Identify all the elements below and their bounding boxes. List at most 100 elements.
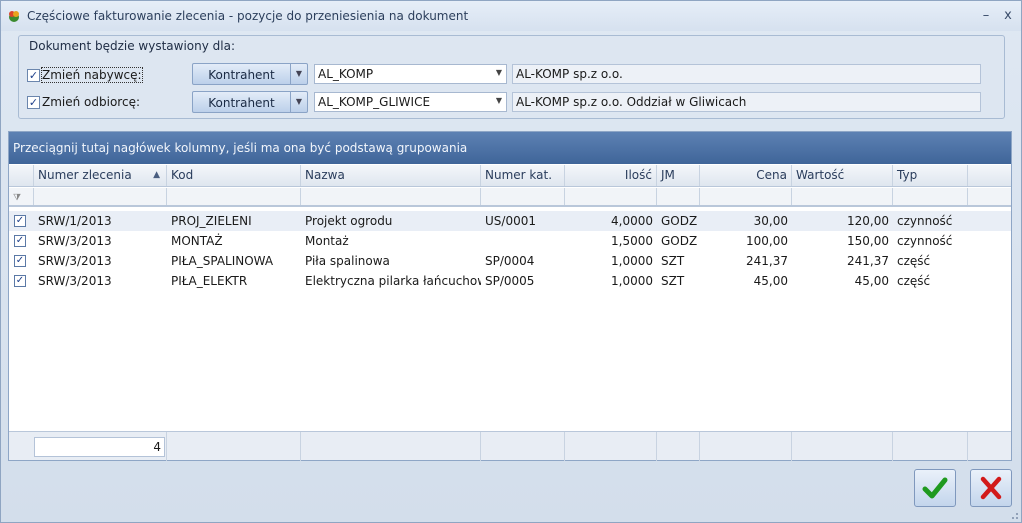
checkmark-icon <box>922 477 948 499</box>
footer-cell <box>968 432 1011 461</box>
cell-quantity: 1,0000 <box>611 254 653 268</box>
header-quantity[interactable]: Ilość <box>565 165 657 186</box>
cell-value: 241,37 <box>847 254 889 268</box>
header-unit[interactable]: JM <box>657 165 700 186</box>
close-window-button[interactable]: x <box>999 7 1017 25</box>
chevron-down-icon[interactable]: ▼ <box>496 96 502 105</box>
header-price[interactable]: Cena <box>700 165 792 186</box>
table-row[interactable]: ✓ SRW/3/2013 MONTAŻ Montaż 1,5000 GODZ 1… <box>9 231 1011 251</box>
cell-order-number: SRW/3/2013 <box>38 274 112 288</box>
cell-name: Projekt ogrodu <box>305 214 393 228</box>
row-checkbox[interactable]: ✓ <box>14 255 26 267</box>
items-grid: Przeciągnij tutaj nagłówek kolumny, jeśl… <box>8 131 1012 461</box>
receiver-name-field: AL-KOMP sp.z o.o. Oddział w Gliwicach <box>512 92 981 112</box>
group-by-panel[interactable]: Przeciągnij tutaj nagłówek kolumny, jeśl… <box>9 132 1011 164</box>
window-title: Częściowe fakturowanie zlecenia - pozycj… <box>27 9 469 23</box>
cell-name: Piła spalinowa <box>305 254 390 268</box>
change-receiver-checkbox[interactable]: ✓ <box>27 96 40 109</box>
header-catalog-number[interactable]: Numer kat. <box>481 165 565 186</box>
cell-code: PIŁA_ELEKTR <box>171 274 248 288</box>
dialog-window: Częściowe fakturowanie zlecenia - pozycj… <box>0 0 1022 523</box>
filter-row: ⧩ <box>9 188 1011 207</box>
filter-name[interactable] <box>301 188 481 205</box>
header-type[interactable]: Typ <box>893 165 968 186</box>
minimize-button[interactable]: – <box>977 7 995 25</box>
header-name[interactable]: Nazwa <box>301 165 481 186</box>
cell-order-number: SRW/3/2013 <box>38 234 112 248</box>
cell-unit: GODZ <box>661 214 698 228</box>
buyer-name-value: AL-KOMP sp.z o.o. <box>516 67 623 81</box>
change-buyer-label[interactable]: Zmień nabywcę: <box>41 67 143 83</box>
filter-value[interactable] <box>792 188 893 205</box>
cell-catalog-number: SP/0004 <box>485 254 535 268</box>
cell-unit: GODZ <box>661 234 698 248</box>
header-checkbox-cell <box>9 165 34 186</box>
cancel-button[interactable] <box>970 469 1012 507</box>
filter-code[interactable] <box>167 188 301 205</box>
chevron-down-icon[interactable]: ▼ <box>290 92 307 112</box>
filter-order-number[interactable] <box>34 188 167 205</box>
footer-cell <box>657 432 700 461</box>
chevron-down-icon[interactable]: ▼ <box>496 68 502 77</box>
cell-price: 100,00 <box>746 234 788 248</box>
table-row[interactable]: ✓ SRW/3/2013 PIŁA_SPALINOWA Piła spalino… <box>9 251 1011 271</box>
cell-value: 150,00 <box>847 234 889 248</box>
cell-code: MONTAŻ <box>171 234 223 248</box>
group-legend: Dokument będzie wystawiony dla: <box>29 39 235 53</box>
footer-cell <box>700 432 792 461</box>
header-order-number-label: Numer zlecenia <box>38 168 132 182</box>
filter-type[interactable] <box>893 188 968 205</box>
filter-quantity[interactable] <box>565 188 657 205</box>
footer-cell <box>481 432 565 461</box>
cell-quantity: 4,0000 <box>611 214 653 228</box>
table-row[interactable]: ✓ SRW/3/2013 PIŁA_ELEKTR Elektryczna pil… <box>9 271 1011 291</box>
cell-type: część <box>897 254 931 268</box>
footer-cell <box>167 432 301 461</box>
cell-quantity: 1,5000 <box>611 234 653 248</box>
footer-cell <box>792 432 893 461</box>
cell-order-number: SRW/1/2013 <box>38 214 112 228</box>
cell-quantity: 1,0000 <box>611 274 653 288</box>
group-by-hint: Przeciągnij tutaj nagłówek kolumny, jeśl… <box>13 141 468 155</box>
cell-catalog-number <box>481 231 565 251</box>
cell-catalog-number: US/0001 <box>485 214 536 228</box>
cell-code: PIŁA_SPALINOWA <box>171 254 274 268</box>
header-value[interactable]: Wartość <box>792 165 893 186</box>
cell-type: czynność <box>897 234 953 248</box>
column-header-row: Numer zlecenia ▲ Kod Nazwa Numer kat. Il… <box>9 165 1011 187</box>
buyer-name-field: AL-KOMP sp.z o.o. <box>512 64 981 84</box>
row-count-value: 4 <box>34 437 165 457</box>
filter-catalog-number[interactable] <box>481 188 565 205</box>
cell-type: czynność <box>897 214 953 228</box>
footer-cell <box>565 432 657 461</box>
row-checkbox[interactable]: ✓ <box>14 215 26 227</box>
change-buyer-checkbox[interactable]: ✓ <box>27 69 40 82</box>
cell-value: 120,00 <box>847 214 889 228</box>
footer-cell <box>893 432 968 461</box>
cell-unit: SZT <box>661 254 685 268</box>
row-checkbox[interactable]: ✓ <box>14 235 26 247</box>
table-row[interactable]: ✓ SRW/1/2013 PROJ_ZIELENI Projekt ogrodu… <box>9 211 1011 231</box>
chevron-down-icon[interactable]: ▼ <box>290 64 307 84</box>
resize-grip-icon[interactable] <box>1009 510 1019 520</box>
receiver-name-value: AL-KOMP sp.z o.o. Oddział w Gliwicach <box>516 95 747 109</box>
filter-icon[interactable]: ⧩ <box>9 188 34 205</box>
title-bar[interactable]: Częściowe fakturowanie zlecenia - pozycj… <box>1 1 1021 31</box>
receiver-contractor-button-label: Kontrahent <box>208 96 275 110</box>
header-code[interactable]: Kod <box>167 165 301 186</box>
recipient-group: Dokument będzie wystawiony dla: ✓ Zmień … <box>18 35 1005 119</box>
receiver-code-combo[interactable]: AL_KOMP_GLIWICE ▼ <box>314 92 507 112</box>
filter-price[interactable] <box>700 188 792 205</box>
header-order-number[interactable]: Numer zlecenia ▲ <box>34 165 167 186</box>
footer-count-cell: 4 <box>9 432 167 461</box>
cell-code: PROJ_ZIELENI <box>171 214 252 228</box>
confirm-button[interactable] <box>914 469 956 507</box>
change-receiver-label[interactable]: Zmień odbiorcę: <box>42 95 140 109</box>
buyer-contractor-button[interactable]: Kontrahent ▼ <box>192 63 308 85</box>
filter-unit[interactable] <box>657 188 700 205</box>
cell-type: część <box>897 274 931 288</box>
row-checkbox[interactable]: ✓ <box>14 275 26 287</box>
receiver-contractor-button[interactable]: Kontrahent ▼ <box>192 91 308 113</box>
cell-name: Montaż <box>305 234 349 248</box>
buyer-code-combo[interactable]: AL_KOMP ▼ <box>314 64 507 84</box>
